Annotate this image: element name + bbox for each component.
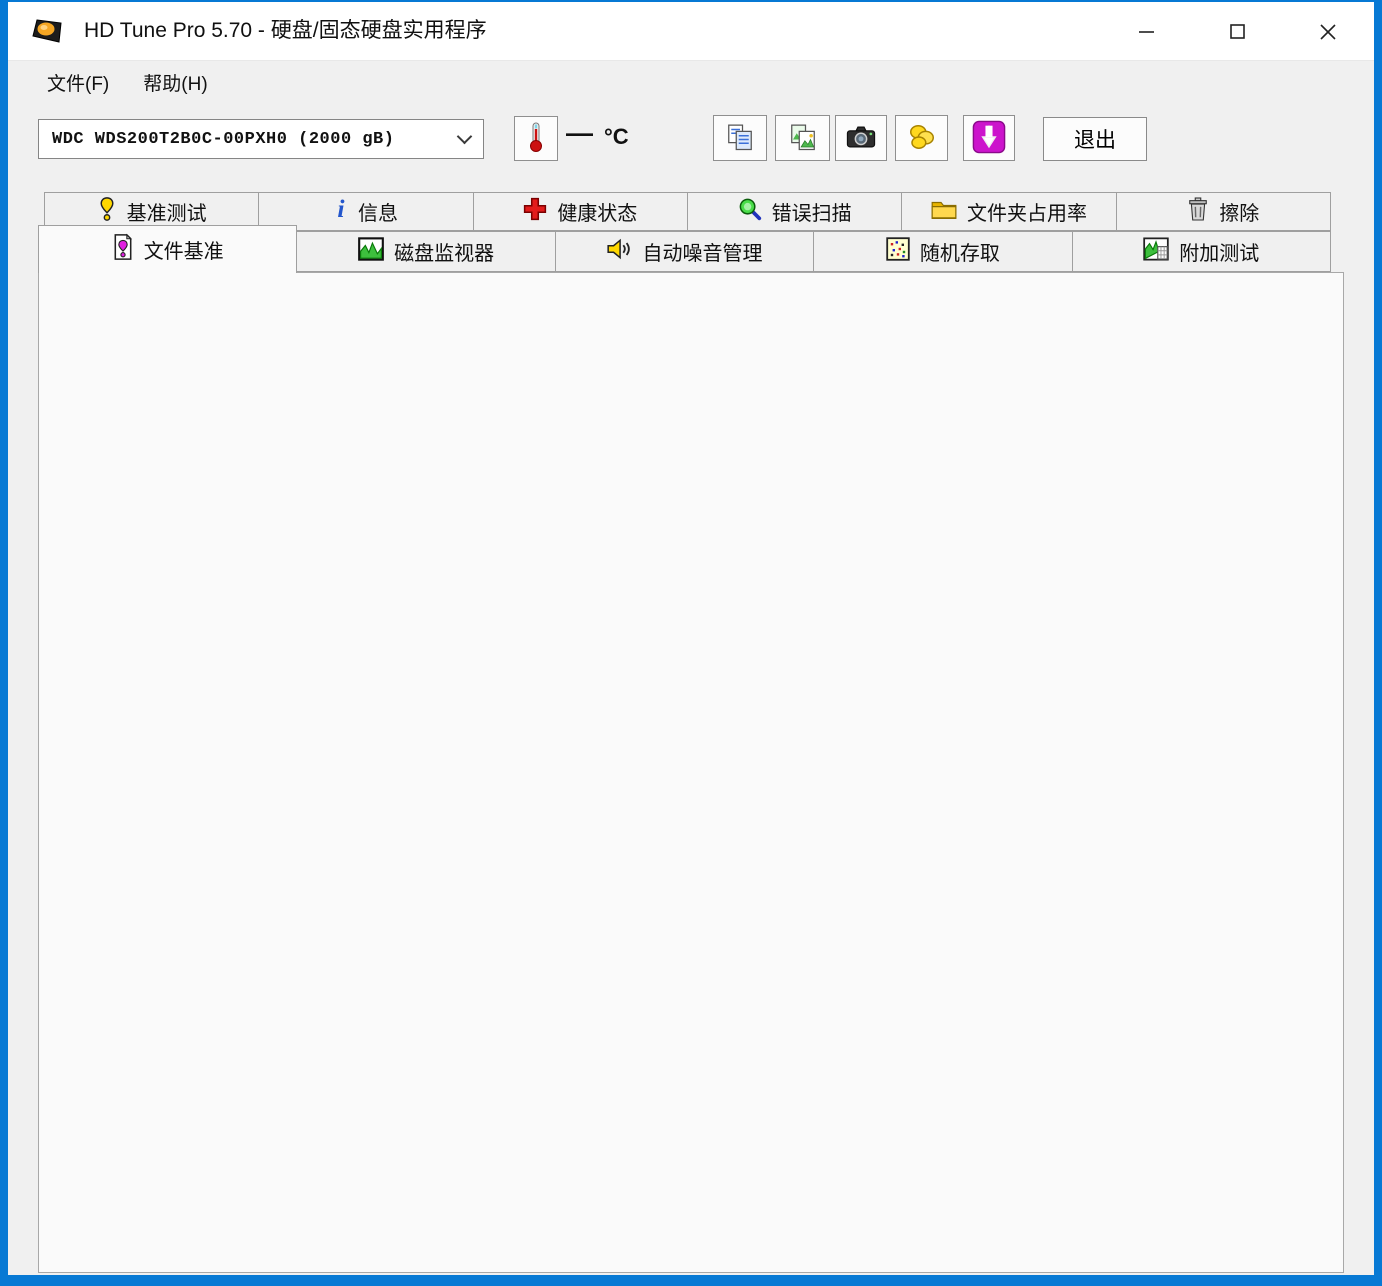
copy-text-icon	[725, 122, 755, 155]
copy-text-button[interactable]	[713, 115, 767, 161]
tab-label: 基准测试	[127, 197, 207, 226]
tab-health[interactable]: 健康状态	[473, 192, 688, 231]
tab-file-benchmark[interactable]: 文件基准	[38, 225, 297, 273]
exclamation-icon	[97, 196, 117, 228]
tab-label: 磁盘监视器	[394, 237, 494, 266]
info-icon: i	[334, 196, 348, 228]
window-title: HD Tune Pro 5.70 - 硬盘/固态硬盘实用程序	[84, 2, 487, 60]
minimize-button[interactable]	[1125, 15, 1167, 51]
extra-tests-icon	[1143, 237, 1169, 267]
temperature-button[interactable]	[514, 116, 558, 161]
random-access-icon	[886, 237, 910, 267]
disk-monitor-icon	[358, 237, 384, 267]
file-benchmark-panel	[38, 272, 1344, 1273]
tab-scan[interactable]: 错误扫描	[687, 192, 902, 231]
maximize-icon	[1229, 23, 1246, 43]
tab-erase[interactable]: 擦除	[1116, 192, 1331, 231]
copy-image-button[interactable]	[775, 115, 830, 161]
minimize-icon	[1138, 23, 1155, 43]
folder-icon	[931, 198, 957, 226]
camera-icon	[845, 123, 877, 154]
tab-extra-tests[interactable]: 附加测试	[1072, 231, 1331, 272]
tab-label: 错误扫描	[772, 197, 852, 226]
app-icon	[30, 17, 66, 45]
tab-folder[interactable]: 文件夹占用率	[901, 192, 1116, 231]
drive-select-value: WDC WDS200T2B0C-00PXH0 (2000 gB)	[52, 130, 394, 149]
thermometer-icon	[523, 121, 549, 156]
temperature-unit: °C	[604, 124, 629, 150]
tab-label: 擦除	[1219, 197, 1259, 226]
drive-select[interactable]: WDC WDS200T2B0C-00PXH0 (2000 gB)	[38, 119, 484, 159]
tab-disk-monitor[interactable]: 磁盘监视器	[296, 231, 555, 272]
exit-button[interactable]: 退出	[1043, 117, 1147, 161]
file-benchmark-icon	[112, 233, 134, 267]
tab-random-access[interactable]: 随机存取	[813, 231, 1072, 272]
tab-label: 信息	[358, 197, 398, 226]
save-button[interactable]	[963, 115, 1015, 161]
copy-image-icon	[788, 122, 818, 155]
scan-icon	[738, 197, 762, 227]
menu-item-0[interactable]: 文件(F)	[30, 63, 126, 102]
screenshot-button[interactable]	[835, 115, 887, 161]
temperature-value: —	[566, 118, 593, 149]
erase-icon	[1187, 196, 1209, 228]
tab-label: 自动噪音管理	[642, 237, 762, 266]
menu-item-1[interactable]: 帮助(H)	[126, 63, 224, 102]
chevron-down-icon	[457, 129, 473, 145]
tab-label: 随机存取	[920, 237, 1000, 266]
tab-label: 文件基准	[144, 235, 224, 264]
menu-bar: 文件(F)帮助(H)	[8, 60, 1374, 103]
title-bar: HD Tune Pro 5.70 - 硬盘/固态硬盘实用程序	[8, 2, 1374, 60]
options-button[interactable]	[895, 115, 948, 161]
close-button[interactable]	[1307, 15, 1349, 51]
tab-label: 文件夹占用率	[967, 197, 1087, 226]
svg-text:i: i	[337, 196, 345, 222]
speaker-icon	[606, 237, 632, 267]
coins-icon	[907, 122, 937, 155]
app-window: HD Tune Pro 5.70 - 硬盘/固态硬盘实用程序 文件(F)帮助(H…	[0, 0, 1382, 1286]
tab-label: 附加测试	[1179, 237, 1259, 266]
health-icon	[523, 197, 547, 227]
maximize-button[interactable]	[1216, 15, 1258, 51]
download-icon	[972, 120, 1006, 157]
tab-speaker[interactable]: 自动噪音管理	[555, 231, 814, 272]
close-icon	[1319, 23, 1337, 44]
tab-label: 健康状态	[557, 197, 637, 226]
